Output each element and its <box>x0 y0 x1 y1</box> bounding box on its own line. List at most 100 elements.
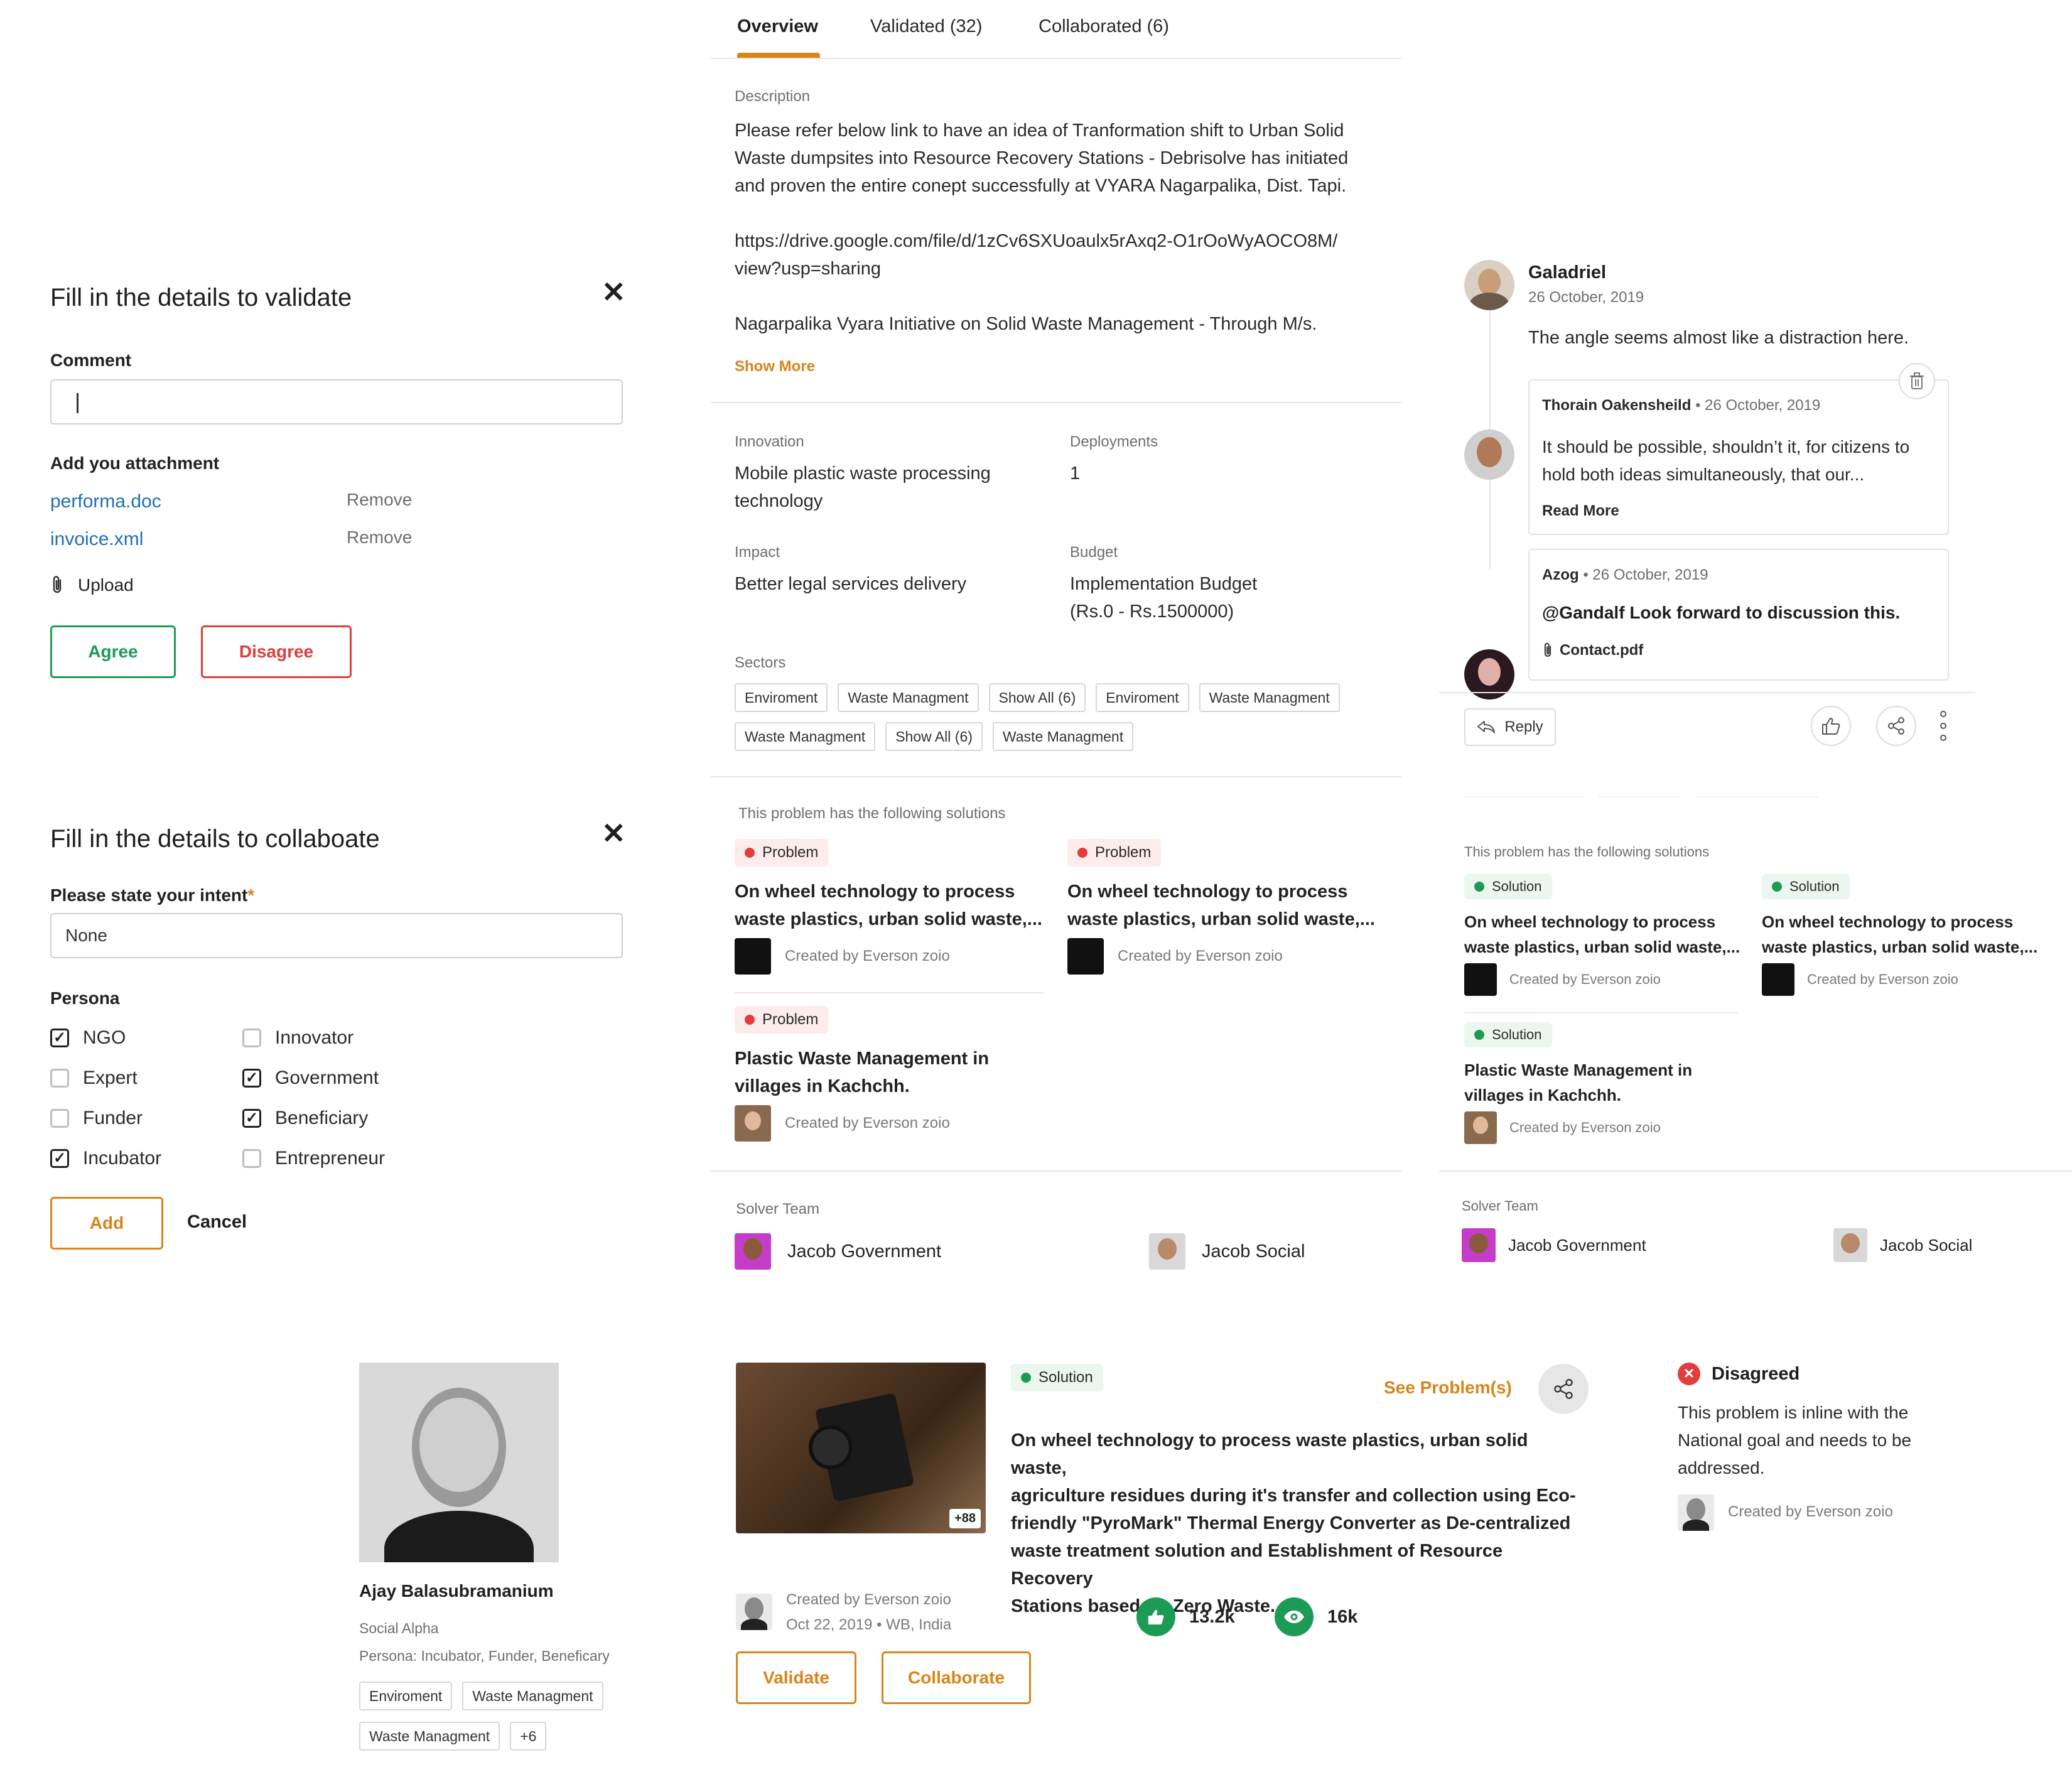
remove-attachment-button[interactable]: Remove <box>347 490 412 510</box>
checkbox-unchecked[interactable] <box>50 1069 69 1088</box>
persona-checkbox-ngo[interactable]: ✓ NGO <box>50 1027 126 1049</box>
solution-card[interactable]: Solution Plastic Waste Management in vil… <box>1464 1022 1740 1144</box>
persona-checkbox-entrepreneur[interactable]: Entrepreneur <box>242 1148 385 1169</box>
deployments-value: 1 <box>1070 463 1081 483</box>
cancel-button[interactable]: Cancel <box>187 1212 247 1233</box>
profile-tag[interactable]: Waste Managment <box>359 1722 500 1751</box>
profile-tag[interactable]: Enviroment <box>359 1682 453 1710</box>
description-link-line[interactable]: https://drive.google.com/file/d/1zCv6SXU… <box>735 227 1337 255</box>
sector-tag[interactable]: Enviroment <box>1096 683 1189 712</box>
see-problems-link[interactable]: See Problem(s) <box>1384 1378 1512 1398</box>
member-avatar <box>1462 1228 1496 1262</box>
innovation-label: Innovation <box>735 433 804 450</box>
attachment-link[interactable]: performa.doc <box>50 491 161 512</box>
solution-badge: Solution <box>1011 1364 1103 1391</box>
problem-card[interactable]: Problem On wheel technology to process w… <box>735 839 1042 975</box>
profile-photo <box>359 1363 559 1562</box>
persona-checkbox-government[interactable]: ✓ Government <box>242 1067 379 1089</box>
tab-overview[interactable]: Overview <box>737 16 818 37</box>
solution-card[interactable]: Solution On wheel technology to process … <box>1464 874 1740 996</box>
team-member[interactable]: Jacob Social <box>1149 1233 1305 1270</box>
checkbox-unchecked[interactable] <box>50 1109 69 1128</box>
attachment-link[interactable]: invoice.xml <box>50 529 143 550</box>
sector-tag[interactable]: Waste Managment <box>838 683 979 712</box>
add-button[interactable]: Add <box>50 1197 163 1250</box>
persona-checkbox-innovator[interactable]: Innovator <box>242 1027 353 1049</box>
share-button[interactable] <box>1876 706 1916 746</box>
checkbox-checked[interactable]: ✓ <box>242 1069 261 1088</box>
attachment-link[interactable]: Contact.pdf <box>1542 642 1643 659</box>
validate-button[interactable]: Validate <box>736 1651 856 1704</box>
description-link-line[interactable]: view?usp=sharing <box>735 255 881 283</box>
sector-tag[interactable]: Waste Managment <box>992 722 1134 751</box>
persona-checkbox-incubator[interactable]: ✓ Incubator <box>50 1148 161 1169</box>
thumbs-up-icon <box>1822 718 1840 735</box>
read-more-link[interactable]: Read More <box>1542 502 1619 520</box>
share-button[interactable] <box>1538 1364 1589 1414</box>
disagreed-creator: Created by Everson zoio <box>1728 1503 1893 1520</box>
reply-button[interactable]: Reply <box>1464 708 1556 746</box>
thumbs-up-icon <box>1136 1597 1175 1636</box>
team-member[interactable]: Jacob Government <box>735 1233 941 1270</box>
close-icon[interactable]: ✕ <box>602 819 626 848</box>
show-all-tag[interactable]: Show All (6) <box>885 722 983 751</box>
delete-button[interactable] <box>1899 363 1935 399</box>
tab-validated[interactable]: Validated (32) <box>870 16 982 37</box>
problem-title-line: On wheel technology to process <box>1067 882 1348 902</box>
agree-button[interactable]: Agree <box>50 625 176 678</box>
solution-title-line: Plastic Waste Management in <box>1464 1061 1693 1079</box>
comment-author: Galadriel <box>1528 262 1607 283</box>
solution-title-line: waste treatment solution and Establishme… <box>1011 1541 1503 1589</box>
card-divider <box>1464 1012 1738 1013</box>
remove-attachment-button[interactable]: Remove <box>347 527 412 548</box>
profile-org: Social Alpha <box>359 1620 439 1636</box>
profile-tag[interactable]: Waste Managment <box>462 1682 603 1710</box>
sector-tag[interactable]: Waste Managment <box>1199 683 1340 712</box>
solution-title-line: waste plastics, urban solid waste,... <box>1762 937 2038 956</box>
team-member[interactable]: Jacob Social <box>1833 1228 1972 1262</box>
checkbox-unchecked[interactable] <box>242 1149 261 1168</box>
problem-card[interactable]: Problem On wheel technology to process w… <box>1067 839 1375 975</box>
likes-counter[interactable]: 13.2k <box>1136 1597 1235 1636</box>
checkbox-checked[interactable]: ✓ <box>50 1029 69 1047</box>
team-member[interactable]: Jacob Government <box>1462 1228 1646 1262</box>
solution-title-line: On wheel technology to process <box>1464 912 1716 931</box>
creator-row: Created by Everson zoio <box>1464 963 1740 996</box>
tab-collaborated[interactable]: Collaborated (6) <box>1039 16 1169 37</box>
budget-label: Budget <box>1070 544 1118 561</box>
section-divider <box>711 402 1401 403</box>
checkbox-unchecked[interactable] <box>242 1029 261 1047</box>
solution-card[interactable]: Solution On wheel technology to process … <box>1762 874 2038 996</box>
sector-tag[interactable]: Enviroment <box>735 683 828 712</box>
solution-image[interactable]: +88 <box>736 1363 986 1533</box>
collaborate-button[interactable]: Collaborate <box>882 1651 1031 1704</box>
persona-checkbox-beneficiary[interactable]: ✓ Beneficiary <box>242 1108 368 1129</box>
more-options-icon[interactable] <box>1939 711 1948 741</box>
solution-title-line: waste plastics, urban solid waste,... <box>1464 937 1740 956</box>
checkbox-checked[interactable]: ✓ <box>242 1109 261 1128</box>
comment-date: 26 October, 2019 <box>1528 289 1644 306</box>
creator-thumbnail <box>1762 963 1794 996</box>
problem-card[interactable]: Problem Plastic Waste Management in vill… <box>735 1006 1042 1142</box>
intent-select[interactable]: None <box>50 913 623 958</box>
close-icon[interactable]: ✕ <box>602 278 626 306</box>
creator-thumbnail <box>735 938 771 975</box>
show-all-tag[interactable]: Show All (6) <box>988 683 1086 712</box>
collaborate-panel-title: Fill in the details to collaboate <box>50 825 380 853</box>
show-more-link[interactable]: Show More <box>735 358 815 375</box>
sector-tag[interactable]: Waste Managment <box>735 722 876 751</box>
persona-checkbox-funder[interactable]: Funder <box>50 1108 143 1129</box>
upload-button[interactable]: Upload <box>50 575 134 595</box>
reply-meta: Azog • 26 October, 2019 <box>1542 566 1708 583</box>
intent-label: Please state your intent* <box>50 885 255 905</box>
persona-checkbox-expert[interactable]: Expert <box>50 1067 138 1089</box>
innovation-value-line: technology <box>735 491 823 511</box>
card-divider <box>735 992 1044 993</box>
more-tags-chip[interactable]: +6 <box>510 1722 547 1751</box>
disagree-button[interactable]: Disagree <box>201 625 352 678</box>
like-button[interactable] <box>1811 706 1851 746</box>
solution-badge: Solution <box>1464 1022 1552 1047</box>
comment-input[interactable] <box>50 379 623 424</box>
creator-avatar <box>736 1594 772 1630</box>
checkbox-checked[interactable]: ✓ <box>50 1149 69 1168</box>
